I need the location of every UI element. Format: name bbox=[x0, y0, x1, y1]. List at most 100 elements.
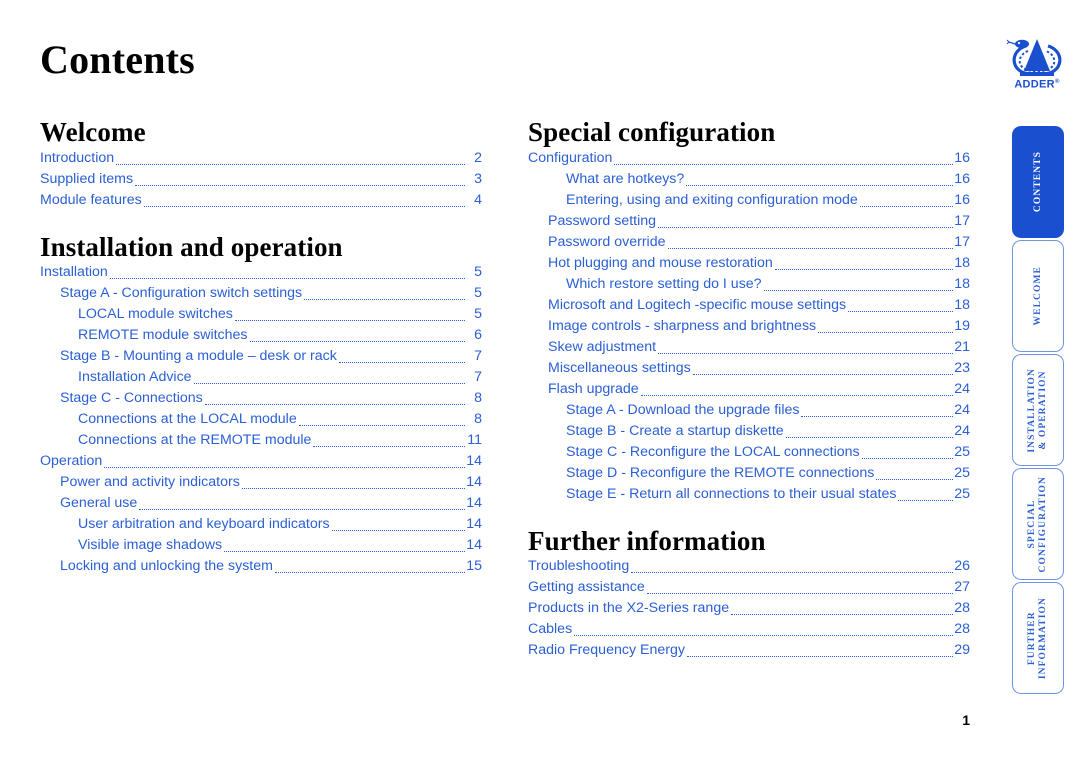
toc-entry-label: Stage B - Create a startup diskette bbox=[566, 422, 784, 439]
toc-entry[interactable]: Connections at the REMOTE module 11 bbox=[40, 430, 482, 451]
toc-list: Troubleshooting 26 Getting assistance 27 Pro… bbox=[528, 556, 970, 661]
toc-entry[interactable]: Visible image shadows 14 bbox=[40, 535, 482, 556]
toc-entry[interactable]: Stage C - Connections 8 bbox=[40, 388, 482, 409]
toc-entry[interactable]: Which restore setting do I use? 18 bbox=[528, 274, 970, 295]
section-tab-label: SPECIAL CONFIGURATION bbox=[1027, 476, 1049, 572]
toc-leader-dots bbox=[692, 373, 953, 375]
toc-leader-dots bbox=[859, 205, 953, 207]
toc-leader-dots bbox=[785, 436, 953, 438]
toc-entry[interactable]: Flash upgrade 24 bbox=[528, 379, 970, 400]
toc-entry-label: Which restore setting do I use? bbox=[566, 275, 762, 292]
toc-entry-page-number: 17 bbox=[954, 212, 970, 229]
section-tab-welcome[interactable]: WELCOME bbox=[1012, 240, 1064, 352]
toc-column-left: Welcome Introduction 2 Supplied items 3 Modul… bbox=[40, 118, 482, 577]
toc-entry-label: REMOTE module switches bbox=[78, 327, 248, 344]
section-tab-special-configuration[interactable]: SPECIAL CONFIGURATION bbox=[1012, 468, 1064, 580]
toc-entry[interactable]: Hot plugging and mouse restoration 18 bbox=[528, 253, 970, 274]
section-tab-further-information[interactable]: FURTHER INFORMATION bbox=[1012, 582, 1064, 694]
toc-leader-dots bbox=[818, 331, 953, 333]
section-tab-label: WELCOME bbox=[1032, 266, 1043, 326]
toc-leader-dots bbox=[686, 655, 953, 658]
toc-leader-dots bbox=[193, 382, 465, 385]
section-tab-label-line: CONFIGURATION bbox=[1038, 475, 1048, 573]
toc-entry-page-number: 28 bbox=[954, 621, 970, 638]
toc-entry[interactable]: Stage A - Configuration switch settings 5 bbox=[40, 283, 482, 304]
toc-entry[interactable]: Stage E - Return all connections to thei… bbox=[528, 484, 970, 505]
section-tab-label-line: INSTALLATION bbox=[1027, 367, 1037, 453]
toc-entry[interactable]: Locking and unlocking the system 15 bbox=[40, 556, 482, 577]
toc-section: Installation and operation Installation 5 S… bbox=[40, 231, 482, 578]
toc-entry[interactable]: Connections at the LOCAL module 8 bbox=[40, 409, 482, 430]
toc-entry-page-number: 14 bbox=[466, 537, 482, 554]
toc-section-heading: Further information bbox=[528, 525, 766, 556]
toc-entry[interactable]: Getting assistance 27 bbox=[528, 577, 970, 598]
toc-leader-dots bbox=[224, 550, 465, 553]
toc-entry[interactable]: Stage B - Create a startup diskette 24 bbox=[528, 421, 970, 442]
toc-entry-page-number: 24 bbox=[954, 401, 970, 418]
toc-entry[interactable]: Products in the X2-Series range 28 bbox=[528, 598, 970, 619]
toc-entry-page-number: 5 bbox=[474, 264, 482, 281]
toc-entry-label: Cables bbox=[528, 621, 573, 638]
toc-entry[interactable]: Image controls - sharpness and brightnes… bbox=[528, 316, 970, 337]
toc-entry-label: What are hotkeys? bbox=[566, 170, 685, 187]
toc-entry[interactable]: Stage A - Download the upgrade files 24 bbox=[528, 400, 970, 421]
toc-entry[interactable]: Installation 5 bbox=[40, 262, 482, 283]
toc-leader-dots bbox=[331, 529, 465, 532]
toc-entry[interactable]: Stage C - Reconfigure the LOCAL connecti… bbox=[528, 442, 970, 463]
toc-entry-page-number: 16 bbox=[954, 170, 970, 187]
toc-leader-dots bbox=[774, 268, 953, 270]
toc-entry[interactable]: What are hotkeys? 16 bbox=[528, 169, 970, 190]
adder-logo: ADDER® bbox=[1004, 36, 1070, 92]
toc-entry[interactable]: Skew adjustment 21 bbox=[528, 337, 970, 358]
toc-entry[interactable]: Miscellaneous settings 23 bbox=[528, 358, 970, 379]
toc-entry-label: Products in the X2-Series range bbox=[528, 600, 730, 617]
toc-entry[interactable]: Entering, using and exiting configuratio… bbox=[528, 190, 970, 211]
toc-entry[interactable]: Operation 14 bbox=[40, 451, 482, 472]
toc-section: Special configuration Configuration 16 What… bbox=[528, 118, 970, 505]
section-tab-installation-operation[interactable]: INSTALLATION & OPERATION bbox=[1012, 354, 1064, 466]
page-number: 1 bbox=[962, 712, 970, 728]
toc-leader-dots bbox=[763, 289, 953, 291]
toc-leader-dots bbox=[574, 634, 953, 637]
toc-entry[interactable]: Supplied items 3 bbox=[40, 169, 482, 190]
toc-leader-dots bbox=[298, 424, 465, 427]
toc-entry[interactable]: REMOTE module switches 6 bbox=[40, 325, 482, 346]
toc-entry[interactable]: Stage B - Mounting a module – desk or ra… bbox=[40, 346, 482, 367]
toc-entry-page-number: 6 bbox=[474, 327, 482, 344]
toc-leader-dots bbox=[116, 163, 465, 165]
toc-entry[interactable]: Stage D - Reconfigure the REMOTE connect… bbox=[528, 463, 970, 484]
toc-entry-page-number: 28 bbox=[954, 600, 970, 617]
toc-entry[interactable]: Module features 4 bbox=[40, 190, 482, 211]
section-tab-label-line: INFORMATION bbox=[1038, 596, 1048, 680]
section-tab-strip: CONTENTS WELCOME INSTALLATION & OPERATION SP… bbox=[1012, 126, 1064, 696]
toc-entry[interactable]: Configuration 16 bbox=[528, 148, 970, 169]
toc-entry-label: LOCAL module switches bbox=[78, 306, 233, 323]
toc-entry-page-number: 5 bbox=[474, 306, 482, 323]
toc-entry-page-number: 24 bbox=[954, 422, 970, 439]
toc-entry-label: Connections at the REMOTE module bbox=[78, 432, 312, 449]
toc-list: Configuration 16 What are hotkeys? 16 Enteri… bbox=[528, 148, 970, 505]
toc-section-heading: Installation and operation bbox=[40, 231, 343, 262]
section-tab-label: INSTALLATION & OPERATION bbox=[1027, 368, 1049, 453]
toc-entry[interactable]: Password override 17 bbox=[528, 232, 970, 253]
toc-entry-page-number: 7 bbox=[474, 369, 482, 386]
toc-entry-label: Visible image shadows bbox=[78, 537, 223, 554]
toc-entry-label: Stage C - Connections bbox=[60, 390, 203, 407]
toc-entry[interactable]: Introduction 2 bbox=[40, 148, 482, 169]
toc-entry[interactable]: General use 14 bbox=[40, 493, 482, 514]
toc-entry[interactable]: User arbitration and keyboard indicators… bbox=[40, 514, 482, 535]
toc-entry[interactable]: Radio Frequency Energy 29 bbox=[528, 640, 970, 661]
section-tab-contents[interactable]: CONTENTS bbox=[1012, 126, 1064, 238]
toc-entry-label: Stage E - Return all connections to thei… bbox=[566, 485, 897, 502]
toc-leader-dots bbox=[861, 457, 953, 459]
toc-entry[interactable]: Cables 28 bbox=[528, 619, 970, 640]
toc-entry-page-number: 14 bbox=[466, 474, 482, 491]
toc-entry[interactable]: Installation Advice 7 bbox=[40, 367, 482, 388]
toc-entry[interactable]: Power and activity indicators 14 bbox=[40, 472, 482, 493]
toc-entry-label: Stage B - Mounting a module – desk or ra… bbox=[60, 348, 337, 365]
toc-entry[interactable]: Password setting 17 bbox=[528, 211, 970, 232]
toc-entry[interactable]: LOCAL module switches 5 bbox=[40, 304, 482, 325]
toc-entry[interactable]: Troubleshooting 26 bbox=[528, 556, 970, 577]
toc-entry[interactable]: Microsoft and Logitech -specific mouse s… bbox=[528, 295, 970, 316]
toc-entry-label: Image controls - sharpness and brightnes… bbox=[548, 317, 817, 334]
